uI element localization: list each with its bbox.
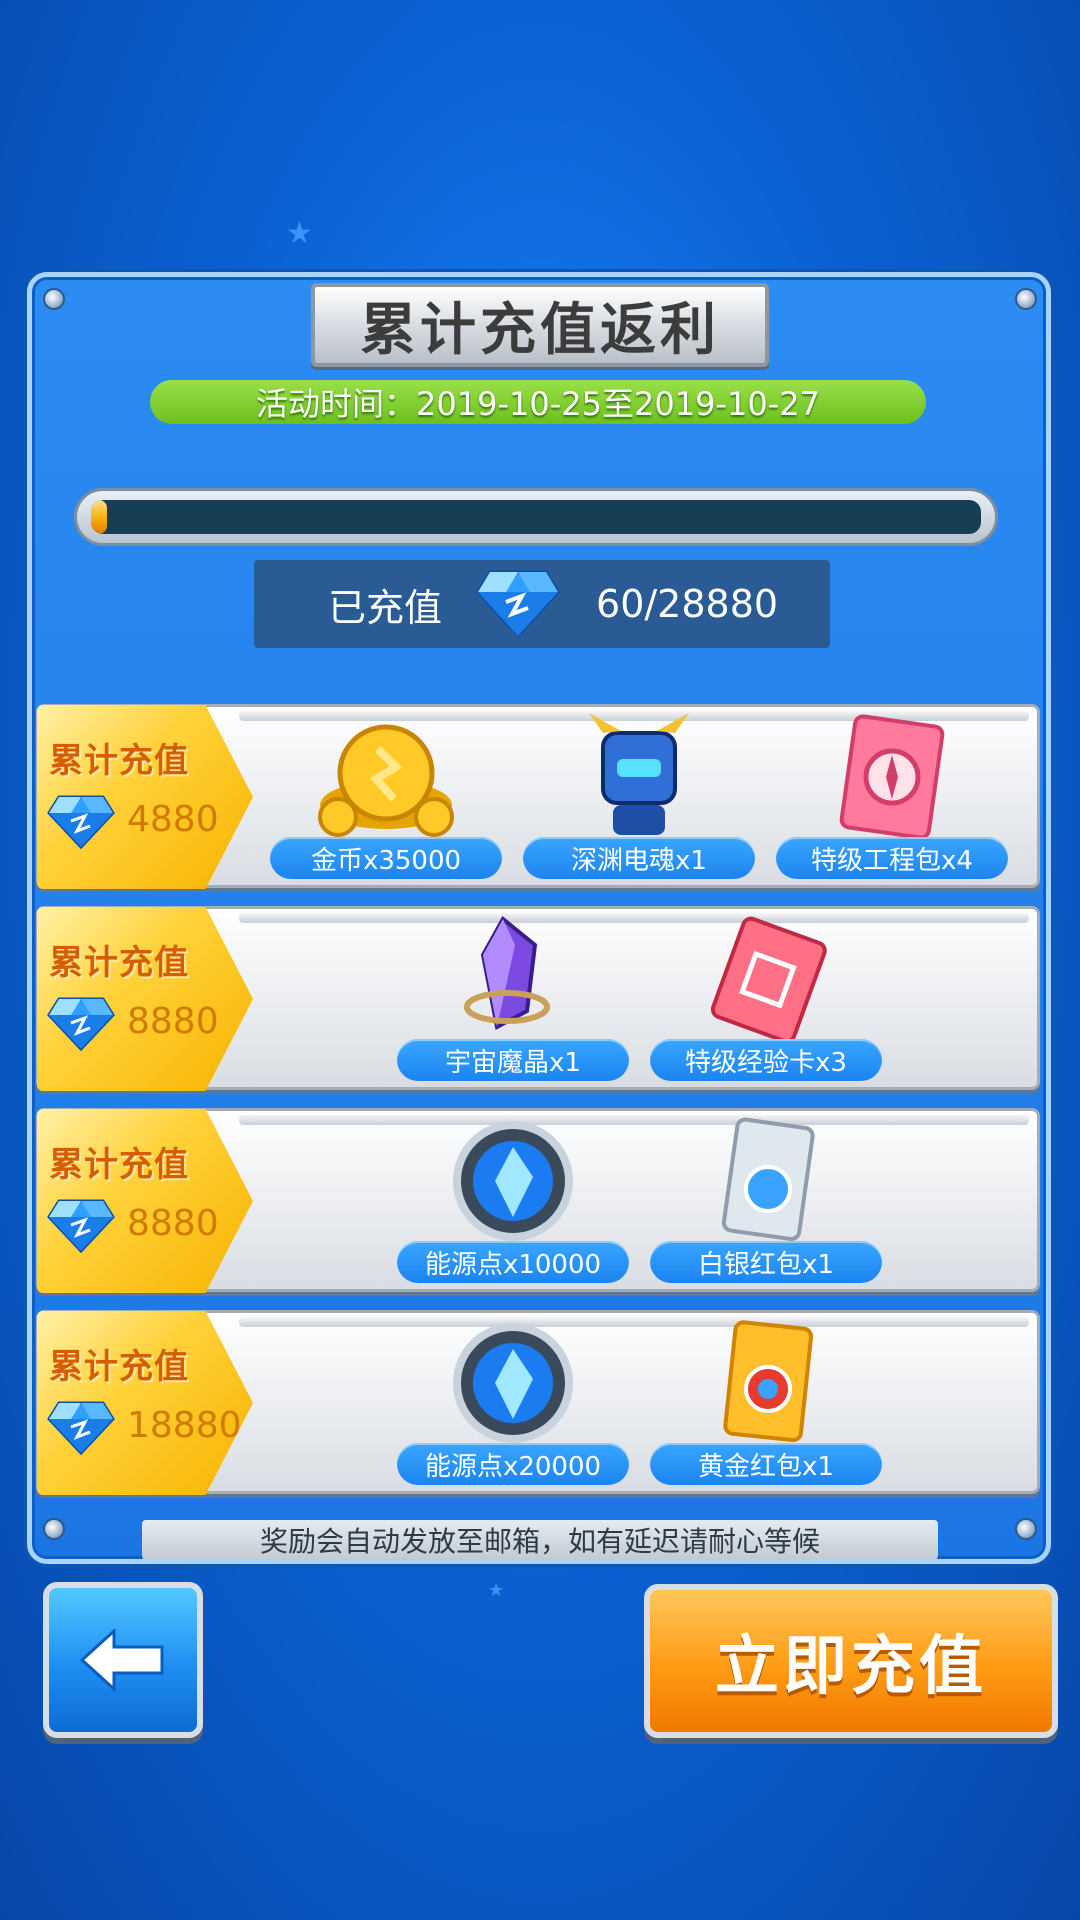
page-title: 累计充值返利 xyxy=(311,283,769,367)
reward-item[interactable]: 宇宙魔晶x1 xyxy=(397,911,629,1083)
diamond-icon xyxy=(476,570,560,639)
charged-summary: 已充值 60/28880 xyxy=(254,560,830,648)
reward-tier-row: 累计充值 8880 宇宙魔晶x1 特级经验卡x3 xyxy=(36,906,1040,1091)
progress-track xyxy=(91,500,981,534)
exp-card-icon xyxy=(710,916,827,1041)
silver-red-packet-icon xyxy=(721,1117,815,1242)
star-decoration-icon: ★ xyxy=(488,1580,505,1601)
reward-item-label: 特级经验卡x3 xyxy=(650,1039,882,1081)
tier-threshold: 8880 xyxy=(127,1203,219,1244)
reward-item[interactable]: 特级经验卡x3 xyxy=(650,911,882,1083)
tier-badge: 累计充值 8880 xyxy=(37,1109,253,1293)
tier-badge: 累计充值 18880 xyxy=(37,1311,253,1495)
reward-item[interactable]: 能源点x10000 xyxy=(397,1113,629,1285)
row-divider xyxy=(239,1317,1029,1327)
reward-item-label: 能源点x20000 xyxy=(397,1443,629,1485)
event-time-banner: 活动时间：2019-10-25至2019-10-27 xyxy=(150,380,926,424)
reward-item-label: 宇宙魔晶x1 xyxy=(397,1039,629,1081)
footer-note: 奖励会自动发放至邮箱，如有延迟请耐心等候 xyxy=(142,1520,938,1560)
reward-item-label: 能源点x10000 xyxy=(397,1241,629,1283)
row-divider xyxy=(239,1115,1029,1125)
reward-item[interactable]: 特级工程包x4 xyxy=(776,709,1008,881)
tier-label: 累计充值 xyxy=(49,741,189,781)
reward-item-label: 白银红包x1 xyxy=(650,1241,882,1283)
engineering-pack-icon xyxy=(839,714,945,839)
reward-tier-row: 累计充值 8880 能源点x10000 白银红包x1 xyxy=(36,1108,1040,1293)
tier-label: 累计充值 xyxy=(49,1145,189,1185)
recharge-now-button[interactable]: 立即充值 xyxy=(644,1584,1058,1738)
diamond-icon xyxy=(47,795,115,850)
reward-item-label: 深渊电魂x1 xyxy=(523,837,755,879)
gold-coins-icon xyxy=(318,724,454,837)
reward-item-label: 黄金红包x1 xyxy=(650,1443,882,1485)
tier-badge: 累计充值 4880 xyxy=(37,705,253,889)
star-decoration-icon: ★ xyxy=(286,216,313,251)
reward-item[interactable]: 能源点x20000 xyxy=(397,1315,629,1487)
back-button[interactable] xyxy=(43,1582,203,1738)
charged-value: 60/28880 xyxy=(596,582,779,626)
tier-threshold: 8880 xyxy=(127,1001,219,1042)
diamond-icon xyxy=(47,1199,115,1254)
screw-icon xyxy=(1015,288,1037,310)
reward-tier-row: 累计充值 4880 金币x35000 深渊电魂x1 特级工程包x4 xyxy=(36,704,1040,889)
back-arrow-icon xyxy=(80,1629,164,1691)
energy-point-icon xyxy=(453,1121,573,1241)
reward-item-label: 金币x35000 xyxy=(270,837,502,879)
gold-red-packet-icon xyxy=(723,1320,814,1443)
diamond-icon xyxy=(47,1401,115,1456)
tier-threshold: 18880 xyxy=(127,1405,242,1446)
cosmic-crystal-icon xyxy=(464,915,550,1031)
charged-label: 已充值 xyxy=(328,585,443,630)
reward-item[interactable]: 黄金红包x1 xyxy=(650,1315,882,1487)
energy-point-icon xyxy=(453,1323,573,1443)
screw-icon xyxy=(43,1518,65,1540)
reward-item[interactable]: 深渊电魂x1 xyxy=(523,709,755,881)
reward-item[interactable]: 金币x35000 xyxy=(270,709,502,881)
tier-threshold: 4880 xyxy=(127,799,219,840)
screw-icon xyxy=(1015,1518,1037,1540)
recharge-progress-bar xyxy=(74,488,998,546)
tier-label: 累计充值 xyxy=(49,1347,189,1387)
reward-item-label: 特级工程包x4 xyxy=(776,837,1008,879)
reward-item[interactable]: 白银红包x1 xyxy=(650,1113,882,1285)
tier-badge: 累计充值 8880 xyxy=(37,907,253,1091)
diamond-icon xyxy=(47,997,115,1052)
screw-icon xyxy=(43,288,65,310)
abyss-robot-icon xyxy=(589,713,689,835)
row-divider xyxy=(239,913,1029,923)
progress-fill xyxy=(91,500,108,534)
tier-label: 累计充值 xyxy=(49,943,189,983)
reward-tier-row: 累计充值 18880 能源点x20000 黄金红包x1 xyxy=(36,1310,1040,1495)
